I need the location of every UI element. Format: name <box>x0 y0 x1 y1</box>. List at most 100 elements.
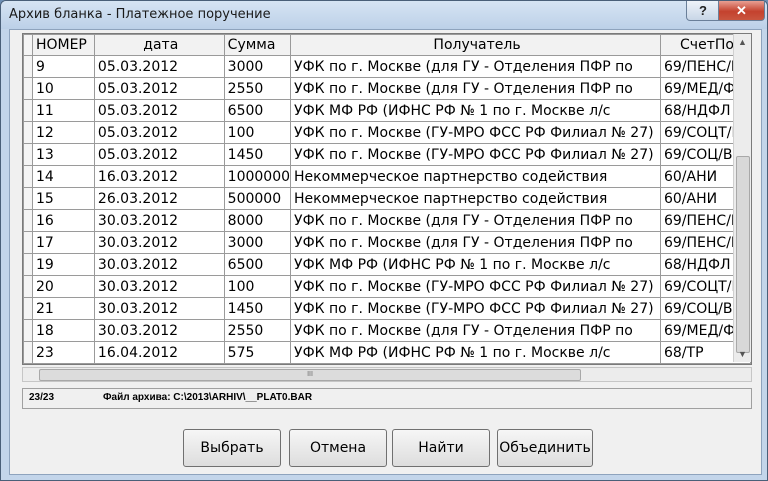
table-row[interactable]: 21 30.03.2012 1450 УФК по г. Москве (ГУ-МРО… <box>23 297 751 320</box>
table-row[interactable]: 23 16.04.2012 575 УФК МФ РФ (ИФНС РФ № 1 по… <box>23 341 751 364</box>
cell-sum[interactable]: 575 <box>223 341 292 364</box>
table-row[interactable]: 20 30.03.2012 100 УФК по г. Москве (ГУ-МРО … <box>23 275 751 298</box>
cell-number[interactable]: 20 <box>31 275 95 298</box>
cell-sum[interactable]: 6500 <box>223 99 292 122</box>
column-header-sum[interactable]: Сумма <box>223 34 292 56</box>
table-row[interactable]: 17 30.03.2012 3000 УФК по г. Москве (для ГУ… <box>23 231 751 254</box>
horizontal-scroll-thumb[interactable]: III <box>39 369 581 381</box>
table-row[interactable]: 10 05.03.2012 2550 УФК по г. Москве (для ГУ… <box>23 77 751 100</box>
horizontal-scrollbar[interactable]: III <box>22 367 752 382</box>
row-indicator[interactable] <box>23 165 33 188</box>
cell-number[interactable]: 15 <box>31 187 95 210</box>
help-button[interactable]: ? <box>686 1 720 21</box>
cell-number[interactable]: 21 <box>31 297 95 320</box>
table-row[interactable]: 12 05.03.2012 100 УФК по г. Москве (ГУ-МРО … <box>23 121 751 144</box>
cell-sum[interactable]: 1000000 <box>223 165 292 188</box>
table-row[interactable]: 19 30.03.2012 6500 УФК МФ РФ (ИФНС РФ № 1 п… <box>23 253 751 276</box>
cell-date[interactable]: 30.03.2012 <box>93 253 225 276</box>
merge-button[interactable]: Объединить <box>497 429 593 467</box>
scroll-down-arrow-icon[interactable]: ▼ <box>734 346 751 362</box>
cell-date[interactable]: 05.03.2012 <box>93 55 225 78</box>
scroll-up-arrow-icon[interactable]: ▲ <box>734 34 751 50</box>
cell-recipient[interactable]: УФК по г. Москве (ГУ-МРО ФСС РФ Филиал №… <box>290 275 661 298</box>
cell-number[interactable]: 9 <box>31 55 95 78</box>
close-button[interactable]: ✕ <box>718 1 765 21</box>
cell-recipient[interactable]: Некоммерческое партнерство содействия <box>290 187 661 210</box>
cell-sum[interactable]: 6500 <box>223 253 292 276</box>
archive-grid[interactable]: НОМЕР дата Сумма Получатель СчетПо 9 05.0… <box>22 33 752 365</box>
cell-recipient[interactable]: УФК по г. Москве (для ГУ - Отделения ПФР… <box>290 231 661 254</box>
cell-sum[interactable]: 100 <box>223 121 292 144</box>
column-header-recipient[interactable]: Получатель <box>290 34 661 56</box>
row-indicator[interactable] <box>23 297 33 320</box>
cell-recipient[interactable]: Некоммерческое партнерство содействия <box>290 165 661 188</box>
row-indicator[interactable] <box>23 253 33 276</box>
table-row[interactable]: 16 30.03.2012 8000 УФК по г. Москве (для ГУ… <box>23 209 751 232</box>
row-indicator[interactable] <box>23 55 33 78</box>
cell-date[interactable]: 05.03.2012 <box>93 143 225 166</box>
cell-recipient[interactable]: УФК по г. Москве (для ГУ - Отделения ПФР… <box>290 319 661 342</box>
select-button[interactable]: Выбрать <box>183 429 281 467</box>
cell-date[interactable]: 30.03.2012 <box>93 209 225 232</box>
cell-sum[interactable]: 100 <box>223 275 292 298</box>
table-row[interactable]: 11 05.03.2012 6500 УФК МФ РФ (ИФНС РФ № 1 п… <box>23 99 751 122</box>
cell-number[interactable]: 13 <box>31 143 95 166</box>
column-header-number[interactable]: НОМЕР <box>31 34 95 56</box>
cell-date[interactable]: 05.03.2012 <box>93 121 225 144</box>
cell-date[interactable]: 16.04.2012 <box>93 341 225 364</box>
cell-recipient[interactable]: УФК МФ РФ (ИФНС РФ № 1 по г. Москве л/с <box>290 253 661 276</box>
cell-recipient[interactable]: УФК по г. Москве (ГУ-МРО ФСС РФ Филиал №… <box>290 297 661 320</box>
cell-recipient[interactable]: УФК по г. Москве (для ГУ - Отделения ПФР… <box>290 55 661 78</box>
cell-recipient[interactable]: УФК по г. Москве (для ГУ - Отделения ПФР… <box>290 77 661 100</box>
cell-recipient[interactable]: УФК МФ РФ (ИФНС РФ № 1 по г. Москве л/с <box>290 341 661 364</box>
cell-number[interactable]: 10 <box>31 77 95 100</box>
row-indicator[interactable] <box>23 231 33 254</box>
vertical-scroll-thumb[interactable] <box>736 156 750 353</box>
table-row[interactable]: 9 05.03.2012 3000 УФК по г. Москве (для ГУ … <box>23 55 751 78</box>
cell-sum[interactable]: 1450 <box>223 143 292 166</box>
cell-date[interactable]: 30.03.2012 <box>93 231 225 254</box>
cell-number[interactable]: 17 <box>31 231 95 254</box>
cell-date[interactable]: 30.03.2012 <box>93 319 225 342</box>
cell-recipient[interactable]: УФК по г. Москве (ГУ-МРО ФСС РФ Филиал №… <box>290 143 661 166</box>
find-button[interactable]: Найти <box>392 429 490 467</box>
cell-sum[interactable]: 2550 <box>223 319 292 342</box>
cell-date[interactable]: 05.03.2012 <box>93 77 225 100</box>
cell-number[interactable]: 16 <box>31 209 95 232</box>
cell-date[interactable]: 16.03.2012 <box>93 165 225 188</box>
cell-number[interactable]: 19 <box>31 253 95 276</box>
cell-recipient[interactable]: УФК по г. Москве (ГУ-МРО ФСС РФ Филиал №… <box>290 121 661 144</box>
row-indicator[interactable] <box>23 209 33 232</box>
cell-date[interactable]: 30.03.2012 <box>93 297 225 320</box>
cell-recipient[interactable]: УФК МФ РФ (ИФНС РФ № 1 по г. Москве л/с <box>290 99 661 122</box>
vertical-scrollbar[interactable]: ▲ ▼ <box>733 34 751 362</box>
cell-number[interactable]: 18 <box>31 319 95 342</box>
table-row[interactable]: 14 16.03.2012 1000000 Некоммерческое партне… <box>23 165 751 188</box>
cell-sum[interactable]: 1450 <box>223 297 292 320</box>
row-indicator[interactable] <box>23 341 33 364</box>
table-row[interactable]: 15 26.03.2012 500000 Некоммерческое партнер… <box>23 187 751 210</box>
cell-date[interactable]: 30.03.2012 <box>93 275 225 298</box>
cell-number[interactable]: 12 <box>31 121 95 144</box>
cell-number[interactable]: 23 <box>31 341 95 364</box>
cell-sum[interactable]: 2550 <box>223 77 292 100</box>
cell-number[interactable]: 11 <box>31 99 95 122</box>
row-indicator[interactable] <box>23 143 33 166</box>
cell-date[interactable]: 26.03.2012 <box>93 187 225 210</box>
row-indicator[interactable] <box>23 275 33 298</box>
cell-sum[interactable]: 3000 <box>223 231 292 254</box>
row-indicator[interactable] <box>23 77 33 100</box>
cell-sum[interactable]: 500000 <box>223 187 292 210</box>
column-header-date[interactable]: дата <box>93 34 225 56</box>
cell-sum[interactable]: 3000 <box>223 55 292 78</box>
table-row[interactable]: 13 05.03.2012 1450 УФК по г. Москве (ГУ-МРО… <box>23 143 751 166</box>
title-bar[interactable]: Архив бланка - Платежное поручение ? ✕ <box>1 1 767 29</box>
cell-date[interactable]: 05.03.2012 <box>93 99 225 122</box>
row-indicator[interactable] <box>23 187 33 210</box>
cancel-button[interactable]: Отмена <box>289 429 387 467</box>
cell-number[interactable]: 14 <box>31 165 95 188</box>
cell-recipient[interactable]: УФК по г. Москве (для ГУ - Отделения ПФР… <box>290 209 661 232</box>
cell-sum[interactable]: 8000 <box>223 209 292 232</box>
row-indicator[interactable] <box>23 99 33 122</box>
row-indicator[interactable] <box>23 319 33 342</box>
